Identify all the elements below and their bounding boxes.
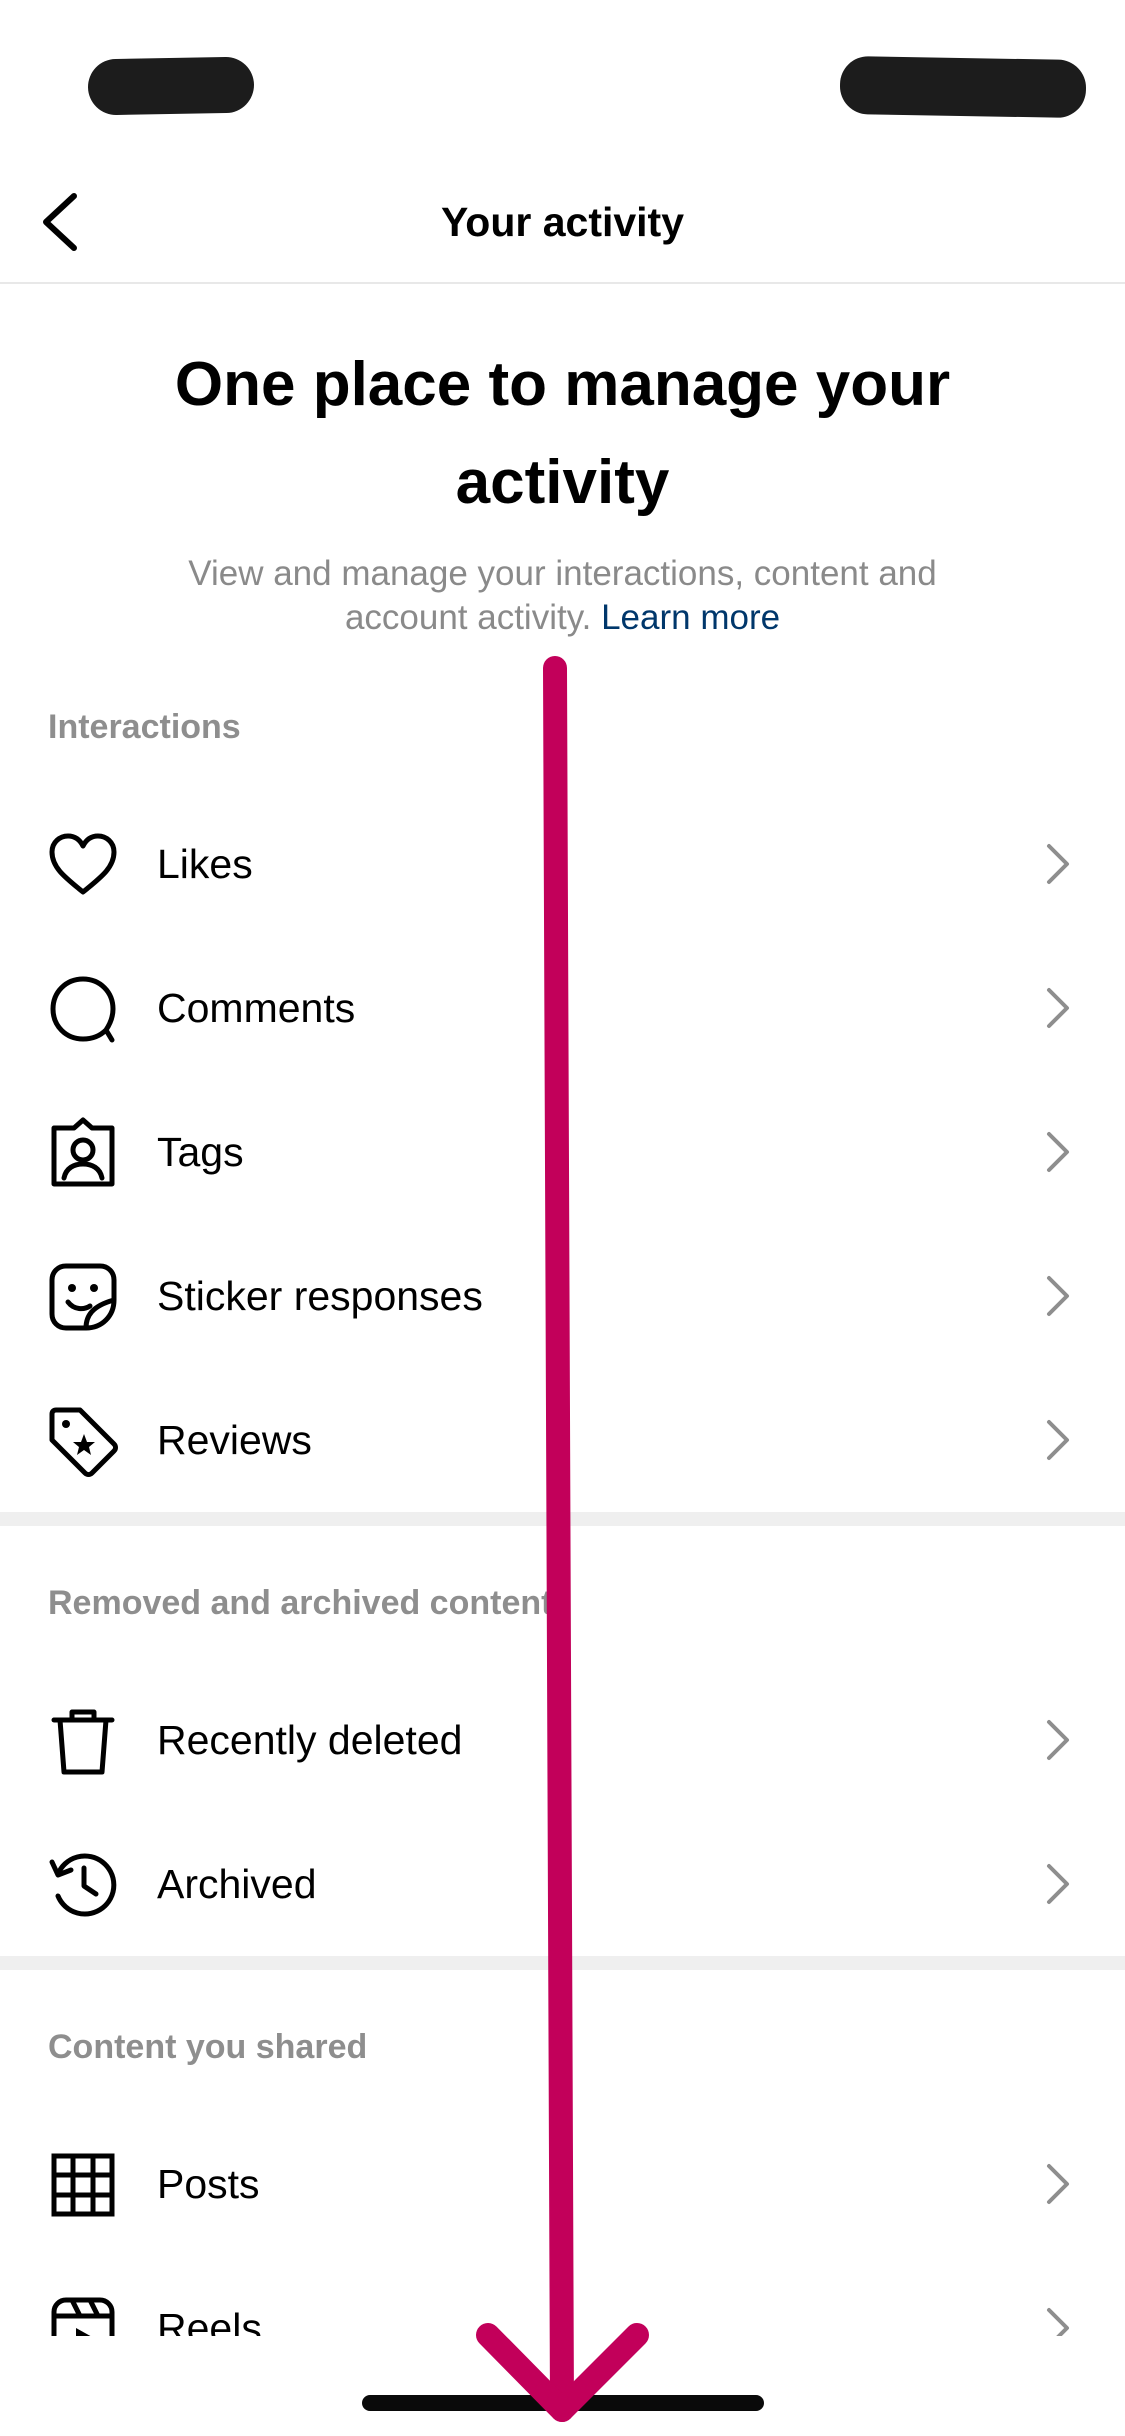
row-label-tags: Tags: [157, 1129, 244, 1175]
chevron-right-icon: [1047, 1132, 1069, 1172]
redacted-status-icons: [839, 55, 1087, 119]
reels-icon: [51, 2297, 115, 2336]
chevron-right-icon: [1047, 1420, 1069, 1460]
section-divider: [0, 1512, 1125, 1526]
hero-title: One place to manage your activity: [174, 350, 951, 517]
section-divider: [0, 1956, 1125, 1970]
section-header-content-shared: Content you shared: [48, 2028, 368, 2066]
section-header-removed-archived: Removed and archived content: [48, 1584, 553, 1622]
learn-more-link[interactable]: Learn more: [601, 598, 780, 637]
trash-icon: [51, 1709, 115, 1775]
comment-bubble-icon: [50, 976, 116, 1043]
row-recently-deleted[interactable]: Recently deleted: [0, 1668, 1125, 1812]
chevron-right-icon: [1047, 2308, 1069, 2336]
status-bar: [0, 0, 1125, 160]
row-reviews[interactable]: Reviews: [0, 1368, 1125, 1512]
chevron-right-icon: [1047, 2164, 1069, 2204]
heart-icon: [49, 833, 117, 895]
redacted-time: [87, 56, 255, 116]
chevron-right-icon: [1047, 1276, 1069, 1316]
page-title: Your activity: [440, 199, 685, 245]
home-indicator[interactable]: [362, 2395, 764, 2411]
chevron-right-icon: [1047, 988, 1069, 1028]
row-posts[interactable]: Posts: [0, 2112, 1125, 2256]
row-label-likes: Likes: [157, 841, 253, 887]
review-tag-icon: [49, 1407, 118, 1477]
row-label-archived: Archived: [157, 1861, 317, 1907]
chevron-right-icon: [1047, 1720, 1069, 1760]
chevron-right-icon: [1047, 844, 1069, 884]
row-comments[interactable]: Comments: [0, 936, 1125, 1080]
tag-person-icon: [51, 1117, 115, 1187]
row-label-comments: Comments: [157, 985, 356, 1031]
navigation-bar: Your activity: [0, 160, 1125, 284]
intro-section: One place to manage your activity View a…: [0, 284, 1125, 640]
row-sticker-responses[interactable]: Sticker responses: [0, 1224, 1125, 1368]
chevron-right-icon: [1047, 1864, 1069, 1904]
row-label-reviews: Reviews: [157, 1417, 312, 1463]
scroll-content: Your activity One place to manage your a…: [0, 0, 1125, 2336]
row-label-recently-deleted: Recently deleted: [157, 1717, 463, 1763]
grid-icon: [51, 2153, 115, 2217]
row-tags[interactable]: Tags: [0, 1080, 1125, 1224]
row-likes[interactable]: Likes: [0, 792, 1125, 936]
row-label-sticker-responses: Sticker responses: [157, 1273, 483, 1319]
row-label-posts: Posts: [157, 2161, 260, 2207]
sticker-icon: [49, 1263, 117, 1331]
hero-description: View and manage your interactions, conte…: [153, 552, 973, 640]
row-label-reels: Reels: [157, 2305, 262, 2336]
hero-description-text: View and manage your interactions, conte…: [188, 554, 937, 637]
section-header-interactions: Interactions: [48, 708, 241, 746]
row-archived[interactable]: Archived: [0, 1812, 1125, 1956]
row-reels[interactable]: Reels: [0, 2256, 1125, 2336]
archive-history-icon: [49, 1853, 117, 1917]
